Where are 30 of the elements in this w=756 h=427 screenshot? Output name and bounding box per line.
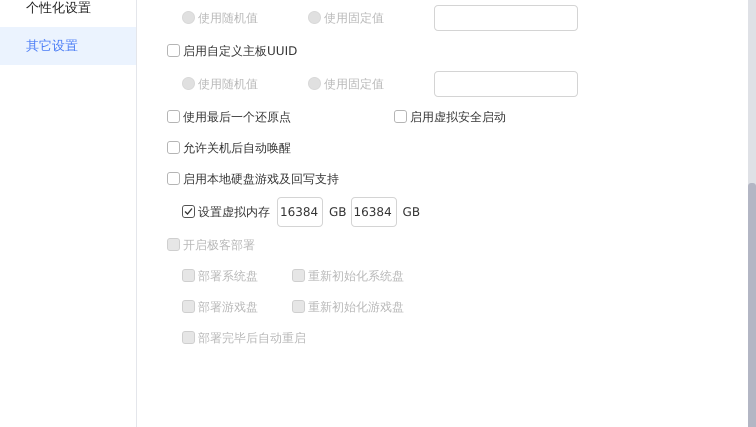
checkbox-label: 使用最后一个还原点	[183, 108, 291, 126]
radio-label: 使用固定值	[324, 10, 384, 26]
checkbox-label: 部署系统盘	[198, 268, 258, 284]
sidebar-item[interactable]: 个性化设置	[0, 0, 136, 27]
checkbox-label: 部署完毕后自动重启	[198, 330, 306, 346]
text-field[interactable]	[434, 70, 578, 96]
checkbox[interactable]	[167, 110, 180, 123]
radio-label: 使用固定值	[324, 76, 384, 92]
radio-label: 使用随机值	[198, 76, 258, 92]
checkbox-label: 设置虚拟内存	[198, 204, 270, 220]
checkbox-label: 允许关机后自动唤醒	[183, 140, 291, 156]
checkbox-label: 启用虚拟安全启动	[410, 108, 506, 126]
radio-label: 使用随机值	[198, 10, 258, 26]
checkbox[interactable]	[167, 172, 180, 185]
checkbox[interactable]	[167, 141, 180, 154]
scrollbar[interactable]	[748, 0, 756, 427]
unit-label: GB	[329, 204, 347, 220]
checkbox-label: 重新初始化游戏盘	[308, 298, 404, 316]
checkbox-label: 启用自定义主板UUID	[183, 42, 298, 60]
unit-label: GB	[402, 204, 420, 220]
checkbox[interactable]	[167, 44, 180, 57]
checkbox-label: 部署游戏盘	[198, 298, 258, 316]
number-field[interactable]: 16384	[350, 196, 397, 226]
checkbox[interactable]	[182, 205, 195, 218]
number-field[interactable]: 16384	[277, 196, 323, 226]
text-field[interactable]	[434, 4, 578, 30]
checkbox-label: 重新初始化系统盘	[308, 268, 404, 284]
checkbox-label: 开启极客部署	[183, 236, 255, 254]
checkbox[interactable]	[394, 110, 407, 123]
checkbox-label: 启用本地硬盘游戏及回写支持	[183, 170, 339, 188]
